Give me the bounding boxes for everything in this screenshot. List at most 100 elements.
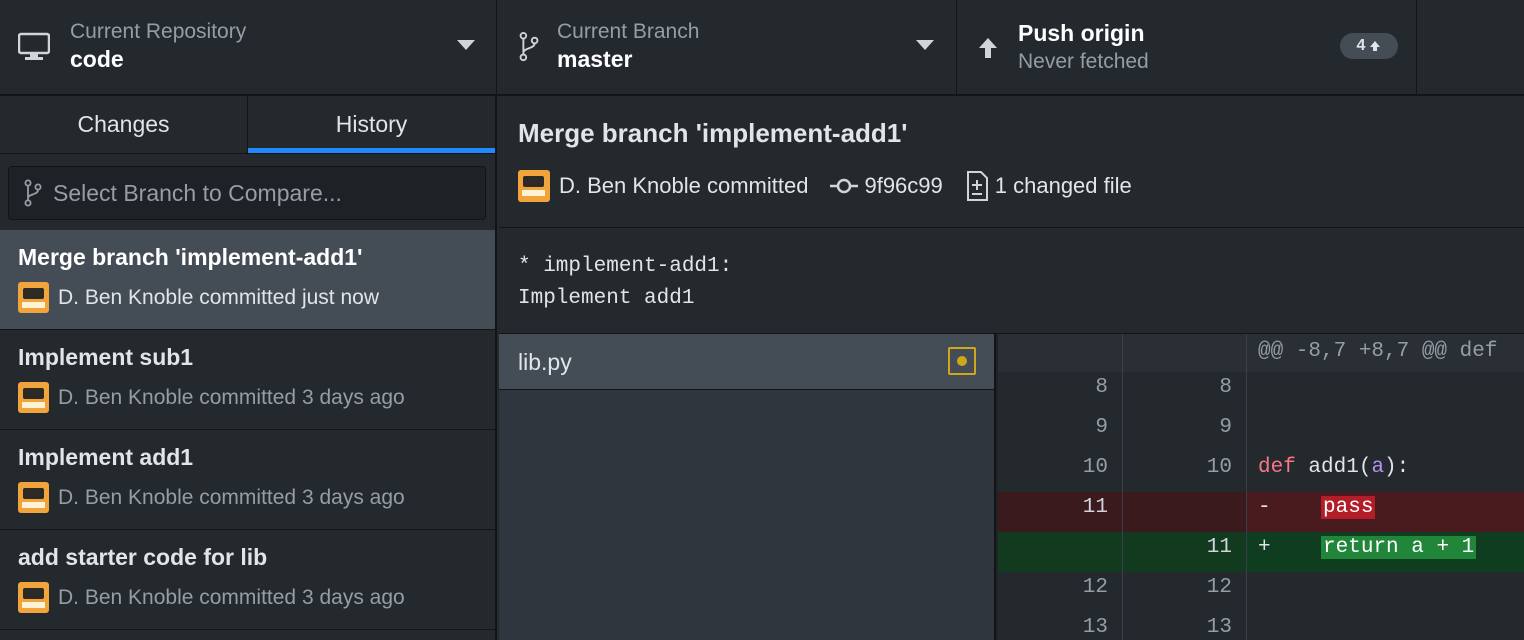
compare-branch-field[interactable] bbox=[8, 166, 486, 220]
compare-branch-input[interactable] bbox=[53, 179, 453, 207]
fetch-status: Never fetched bbox=[1018, 50, 1149, 73]
changed-files-list: lib.py bbox=[499, 334, 996, 640]
branch-selector[interactable]: Current Branch master bbox=[497, 0, 957, 94]
commit-list-item[interactable]: Implement sub1 D. Ben Knoble committed 3… bbox=[0, 330, 495, 430]
diff-line[interactable]: 13 13 bbox=[998, 612, 1524, 640]
commit-body-line: Implement add1 bbox=[518, 287, 695, 310]
new-line-number: 13 bbox=[1123, 612, 1247, 640]
commit-description: * implement-add1: Implement add1 bbox=[518, 251, 732, 315]
arrow-up-icon bbox=[1370, 41, 1381, 51]
repository-name: code bbox=[70, 46, 124, 72]
tab-bar: Changes History bbox=[0, 96, 495, 154]
commit-list-item[interactable]: Merge branch 'implement-add1' D. Ben Kno… bbox=[0, 230, 495, 330]
diff-line[interactable]: 12 12 bbox=[998, 572, 1524, 612]
new-line-number: 11 bbox=[1123, 532, 1247, 572]
code-text: ): bbox=[1384, 456, 1410, 479]
commit-detail-title: Merge branch 'implement-add1' bbox=[518, 118, 908, 148]
commit-meta: D. Ben Knoble committed just now bbox=[18, 282, 379, 313]
diff-code: + return a + 1 bbox=[1247, 532, 1524, 572]
diff-code: - pass bbox=[1247, 492, 1524, 532]
commit-message-body: * implement-add1: Implement add1 bbox=[499, 228, 1524, 334]
old-line-number bbox=[998, 532, 1123, 572]
branch-label: Current Branch bbox=[557, 20, 700, 43]
diff-line[interactable]: 9 9 bbox=[998, 412, 1524, 452]
old-line-number bbox=[998, 334, 1123, 372]
git-branch-icon bbox=[24, 179, 42, 207]
added-text: return a + 1 bbox=[1321, 536, 1477, 559]
push-label: Push origin bbox=[1018, 20, 1145, 46]
old-line-number: 9 bbox=[998, 412, 1123, 452]
file-modified-icon bbox=[948, 347, 976, 375]
avatar bbox=[18, 382, 49, 413]
changed-files-count: 1 changed file bbox=[994, 173, 1132, 198]
file-list-item[interactable]: lib.py bbox=[499, 334, 994, 390]
commit-list-item[interactable]: add starter code for lib D. Ben Knoble c… bbox=[0, 530, 495, 630]
avatar bbox=[18, 482, 49, 513]
toolbar: Current Repository code Current Branch m… bbox=[0, 0, 1524, 96]
push-button[interactable]: Push origin Never fetched 4 bbox=[957, 0, 1417, 94]
old-line-number: 11 bbox=[998, 492, 1123, 532]
avatar bbox=[518, 170, 550, 202]
commit-author-time: D. Ben Knoble committed just now bbox=[58, 285, 379, 309]
new-line-number bbox=[1123, 492, 1247, 532]
code-text: add1( bbox=[1295, 456, 1372, 479]
diff-code: def add1(a): bbox=[1247, 452, 1524, 492]
diff-sign: - bbox=[1258, 496, 1271, 519]
branch-name: master bbox=[557, 46, 633, 72]
old-line-number: 12 bbox=[998, 572, 1123, 612]
commit-list-item[interactable]: Implement add1 D. Ben Knoble committed 3… bbox=[0, 430, 495, 530]
git-commit-icon bbox=[830, 178, 859, 194]
git-branch-icon bbox=[519, 32, 539, 62]
diff-line[interactable]: 8 8 bbox=[998, 372, 1524, 412]
commit-summary-header: Merge branch 'implement-add1' D. Ben Kno… bbox=[499, 96, 1524, 228]
tab-history[interactable]: History bbox=[247, 96, 495, 153]
commit-body-line: * implement-add1: bbox=[518, 255, 733, 278]
new-line-number: 8 bbox=[1123, 372, 1247, 412]
diff-code bbox=[1247, 612, 1524, 640]
badge-count: 4 bbox=[1356, 37, 1366, 54]
deleted-text: pass bbox=[1321, 496, 1376, 519]
chevron-down-icon bbox=[916, 40, 934, 50]
commit-title: Implement sub1 bbox=[18, 344, 194, 370]
commit-list: Merge branch 'implement-add1' D. Ben Kno… bbox=[0, 230, 495, 630]
commit-meta: D. Ben Knoble committed 3 days ago bbox=[18, 582, 405, 613]
commit-author-time: D. Ben Knoble committed 3 days ago bbox=[58, 385, 405, 409]
arrow-up-icon bbox=[979, 38, 997, 58]
commit-author-time: D. Ben Knoble committed 3 days ago bbox=[58, 485, 405, 509]
tab-changes[interactable]: Changes bbox=[0, 96, 247, 153]
commit-detail-meta: D. Ben Knoble committed 9f96c99 1 change… bbox=[518, 170, 1132, 202]
commit-sha[interactable]: 9f96c99 bbox=[864, 173, 942, 199]
hunk-header-text: @@ -8,7 +8,7 @@ def bbox=[1258, 340, 1498, 363]
commit-title: Implement add1 bbox=[18, 444, 194, 470]
code-keyword: def bbox=[1258, 456, 1296, 479]
old-line-number: 13 bbox=[998, 612, 1123, 640]
diff-view: @@ -8,7 +8,7 @@ def 8 8 9 9 10 10 def ad… bbox=[998, 334, 1524, 640]
commit-title: add starter code for lib bbox=[18, 544, 268, 570]
avatar bbox=[18, 282, 49, 313]
diff-code bbox=[1247, 412, 1524, 452]
commit-detail: Merge branch 'implement-add1' D. Ben Kno… bbox=[499, 96, 1524, 640]
diff-line-deleted[interactable]: 11 - pass bbox=[998, 492, 1524, 532]
repository-label: Current Repository bbox=[70, 20, 247, 43]
commit-author: D. Ben Knoble committed bbox=[559, 173, 809, 198]
old-line-number: 10 bbox=[998, 452, 1123, 492]
diff-code bbox=[1247, 372, 1524, 412]
diff-hunk-header: @@ -8,7 +8,7 @@ def bbox=[998, 334, 1524, 372]
new-line-number bbox=[1123, 334, 1247, 372]
diff-code bbox=[1247, 572, 1524, 612]
desktop-icon bbox=[18, 32, 50, 60]
commit-author-time: D. Ben Knoble committed 3 days ago bbox=[58, 585, 405, 609]
file-name: lib.py bbox=[518, 349, 572, 375]
chevron-down-icon bbox=[457, 40, 475, 50]
commit-meta: D. Ben Knoble committed 3 days ago bbox=[18, 482, 405, 513]
repository-selector[interactable]: Current Repository code bbox=[0, 0, 497, 94]
new-line-number: 9 bbox=[1123, 412, 1247, 452]
code-param: a bbox=[1371, 456, 1385, 479]
old-line-number: 8 bbox=[998, 372, 1123, 412]
new-line-number: 12 bbox=[1123, 572, 1247, 612]
commit-meta: D. Ben Knoble committed 3 days ago bbox=[18, 382, 405, 413]
diff-line[interactable]: 10 10 def add1(a): bbox=[998, 452, 1524, 492]
file-diff-icon bbox=[966, 171, 988, 201]
diff-line-added[interactable]: 11 + return a + 1 bbox=[998, 532, 1524, 572]
